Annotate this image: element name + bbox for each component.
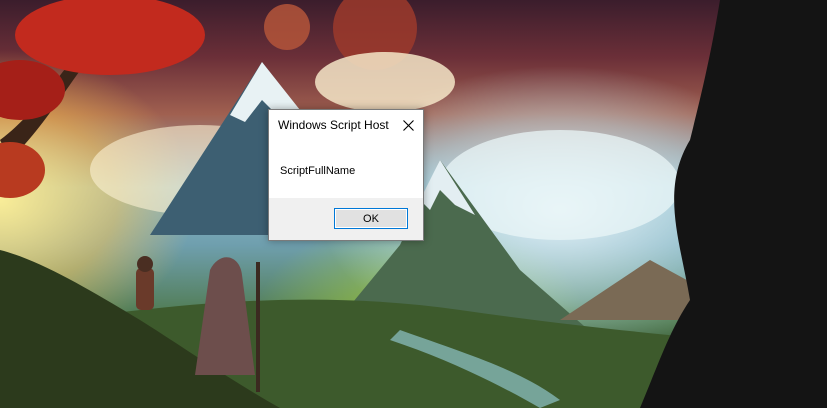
cloud (315, 52, 455, 112)
close-icon (402, 119, 414, 131)
planet-small (264, 4, 310, 50)
close-button[interactable] (393, 110, 423, 140)
dialog-footer: OK (269, 198, 423, 240)
tree-foliage (15, 0, 205, 75)
message-box-dialog: Windows Script Host ScriptFullName OK (268, 109, 424, 241)
wizard-figure (195, 257, 255, 375)
child-figure (136, 268, 154, 310)
tree-foliage (0, 142, 45, 198)
wizard-staff (256, 262, 260, 392)
dialog-message: ScriptFullName (280, 165, 356, 177)
ok-button[interactable]: OK (334, 208, 408, 229)
tree-foliage (0, 60, 65, 120)
dialog-title: Windows Script Host (278, 118, 389, 132)
child-head (137, 256, 153, 272)
dialog-titlebar[interactable]: Windows Script Host (269, 110, 423, 140)
